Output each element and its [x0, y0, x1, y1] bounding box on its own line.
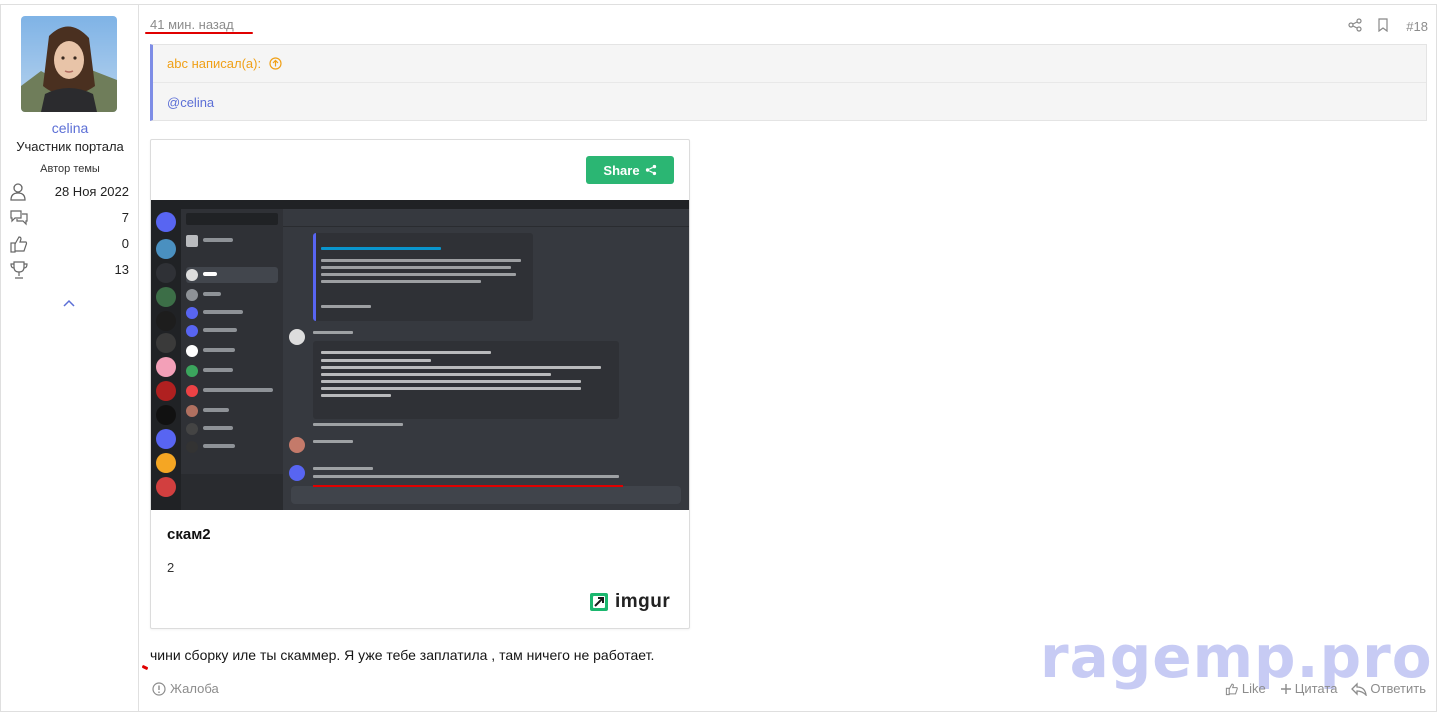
stat-points: 13 [9, 260, 131, 280]
annotation-mark [141, 664, 149, 671]
post-time[interactable]: 41 мин. назад [150, 17, 234, 32]
share-button-label: Share [603, 162, 640, 178]
trophy-icon [9, 260, 29, 280]
like-label: Like [1241, 681, 1266, 696]
embed-description: 2 [167, 560, 175, 575]
post-message: чини сборку иле ты скаммер. Я уже тебе з… [150, 647, 655, 663]
reply-label: Ответить [1370, 681, 1426, 696]
stat-reactions: 0 [9, 234, 131, 254]
avatar[interactable] [21, 16, 117, 112]
embed-title[interactable]: скам2 [167, 526, 211, 543]
alert-circle-icon [152, 681, 166, 696]
embedded-screenshot[interactable] [151, 200, 689, 510]
stat-value: 0 [121, 236, 129, 251]
post-author-panel: celina Участник портала Автор темы 28 Но… [1, 5, 139, 711]
arrow-up-circle-icon[interactable] [269, 57, 282, 73]
share-icon [645, 164, 656, 176]
bookmark-icon[interactable] [1376, 18, 1390, 35]
post-footer: Жалоба Like Цитата Ответить [150, 681, 1426, 701]
like-button[interactable]: Like [1225, 681, 1266, 696]
quote-button[interactable]: Цитата [1280, 681, 1338, 696]
plus-icon [1280, 683, 1291, 694]
messages-icon [9, 208, 29, 228]
chevron-up-icon[interactable] [61, 296, 77, 310]
share-button[interactable]: Share [586, 156, 674, 184]
imgur-icon [590, 593, 608, 611]
thumbs-up-icon [9, 234, 29, 254]
quote-author[interactable]: abc написал(а): [167, 56, 261, 71]
quote-label: Цитата [1294, 681, 1338, 696]
discord-guild-bar [151, 209, 181, 510]
imgur-logo[interactable]: imgur [589, 591, 670, 613]
stat-value: 28 Ноя 2022 [54, 184, 129, 199]
thumbs-up-icon [1225, 683, 1238, 695]
reply-icon [1351, 681, 1368, 696]
stat-registered: 28 Ноя 2022 [9, 182, 131, 202]
embed-provider: imgur [615, 591, 671, 612]
thread-author-badge: Автор темы [40, 163, 100, 175]
quote-block: abc написал(а): @celina [150, 44, 1427, 121]
report-button[interactable]: Жалоба [152, 681, 219, 696]
forum-post: celina Участник портала Автор темы 28 Но… [0, 4, 1437, 712]
user-icon [9, 182, 29, 202]
stat-value: 7 [121, 210, 129, 225]
username[interactable]: celina [1, 120, 139, 136]
reply-button[interactable]: Ответить [1351, 681, 1426, 696]
post-main: 41 мин. назад #18 abc написал(а): @celin… [140, 5, 1436, 711]
share-icon[interactable] [1348, 18, 1362, 35]
stat-messages: 7 [9, 208, 131, 228]
annotation-underline [145, 32, 253, 34]
annotation-underline [313, 485, 623, 487]
stat-value: 13 [114, 262, 129, 277]
discord-channel-list [181, 209, 283, 510]
quote-header[interactable]: abc написал(а): [167, 56, 282, 73]
report-label: Жалоба [170, 681, 219, 696]
imgur-embed: Share скам2 2 imgur [150, 139, 690, 629]
user-title: Участник портала [16, 139, 124, 154]
post-actions: Like Цитата Ответить [1225, 681, 1426, 696]
post-header-actions: #18 [1348, 18, 1428, 36]
discord-chat [283, 209, 689, 510]
quote-body[interactable]: @celina [167, 95, 214, 110]
quote-divider [153, 82, 1426, 83]
post-number[interactable]: #18 [1406, 19, 1428, 34]
